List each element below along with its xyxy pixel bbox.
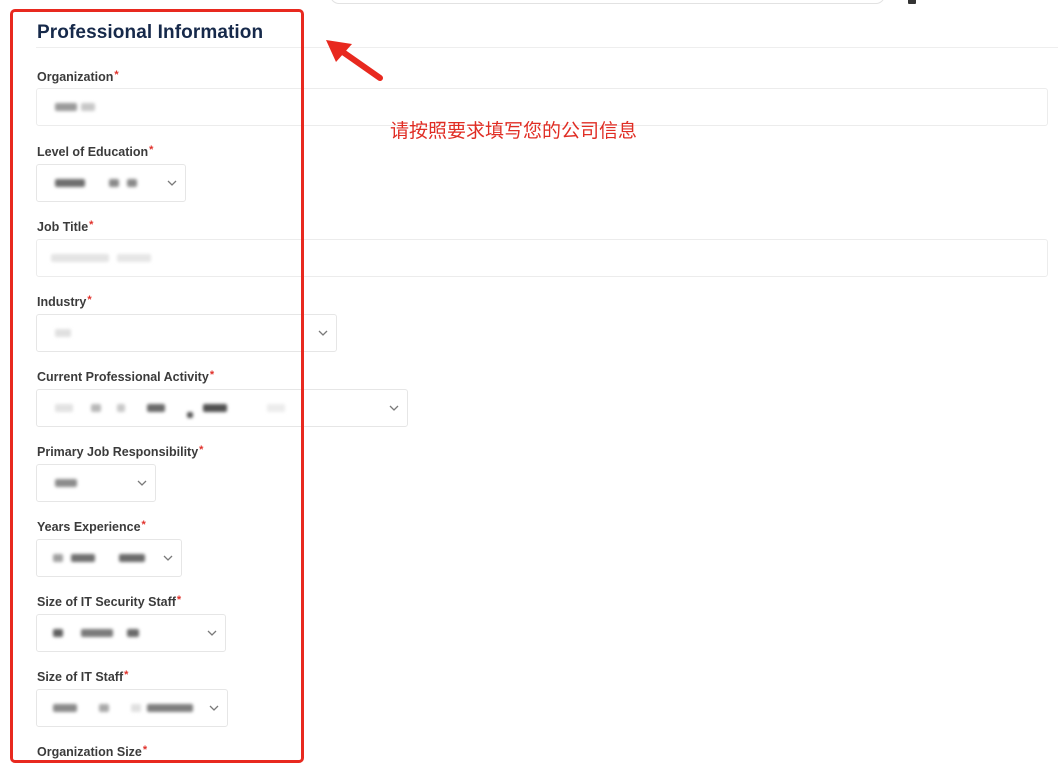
experience-select[interactable] <box>36 539 182 577</box>
redacted-value <box>55 404 73 412</box>
redacted-value <box>71 554 95 562</box>
chevron-down-icon <box>207 701 221 715</box>
responsibility-label-text: Primary Job Responsibility <box>37 445 199 459</box>
required-marker: * <box>124 669 129 681</box>
section-title: Professional Information <box>37 22 264 43</box>
industry-label: Industry* <box>37 294 92 309</box>
education-select[interactable] <box>36 164 186 202</box>
redacted-value <box>55 103 77 111</box>
red-arrow-icon <box>326 40 383 81</box>
required-marker: * <box>114 69 119 81</box>
redacted-value <box>55 179 85 187</box>
redacted-value <box>147 704 193 712</box>
it-staff-label-text: Size of IT Staff <box>37 670 124 684</box>
redacted-value <box>99 704 109 712</box>
experience-label-text: Years Experience <box>37 520 141 534</box>
industry-label-text: Industry <box>37 295 87 309</box>
security-staff-select[interactable] <box>36 614 226 652</box>
chevron-down-icon <box>165 176 179 190</box>
redacted-value <box>53 704 77 712</box>
required-marker: * <box>142 744 148 756</box>
security-staff-label-text: Size of IT Security Staff <box>37 595 176 609</box>
redacted-value <box>127 629 139 637</box>
redacted-value <box>81 629 113 637</box>
redacted-value <box>81 103 95 111</box>
education-label-text: Level of Education <box>37 145 149 159</box>
redacted-value <box>91 404 101 412</box>
redacted-value <box>127 179 137 187</box>
required-marker: * <box>89 219 94 231</box>
redacted-value <box>117 254 151 262</box>
required-marker: * <box>199 444 204 456</box>
redacted-value <box>147 404 165 412</box>
activity-label-text: Current Professional Activity <box>37 370 209 384</box>
job-title-input[interactable] <box>36 239 1048 277</box>
top-search-bar[interactable] <box>330 0 885 4</box>
education-label: Level of Education* <box>37 144 153 159</box>
chevron-down-icon <box>205 626 219 640</box>
chevron-down-icon <box>161 551 175 565</box>
required-marker: * <box>87 294 92 306</box>
redacted-value <box>53 629 63 637</box>
redacted-value <box>55 479 77 487</box>
responsibility-select[interactable] <box>36 464 156 502</box>
redacted-value <box>267 404 285 412</box>
redacted-value <box>119 554 145 562</box>
organization-label-text: Organization <box>37 70 114 84</box>
required-marker: * <box>209 369 215 381</box>
redacted-value <box>109 179 119 187</box>
required-marker: * <box>176 594 182 606</box>
redacted-value <box>117 404 125 412</box>
annotation-text: 请按照要求填写您的公司信息 <box>390 120 638 142</box>
activity-label: Current Professional Activity* <box>37 369 214 384</box>
org-size-label-text: Organization Size <box>37 745 142 759</box>
redacted-value <box>51 254 109 262</box>
it-staff-select[interactable] <box>36 689 228 727</box>
job-title-label-text: Job Title <box>37 220 89 234</box>
required-marker: * <box>141 519 146 531</box>
chevron-down-icon <box>135 476 149 490</box>
it-staff-label: Size of IT Staff* <box>37 669 128 684</box>
security-staff-label: Size of IT Security Staff* <box>37 594 181 609</box>
org-size-label: Organization Size* <box>37 744 147 759</box>
redacted-value <box>203 404 227 412</box>
chevron-down-icon <box>387 401 401 415</box>
redacted-value <box>53 554 63 562</box>
redacted-value <box>131 704 141 712</box>
required-marker: * <box>149 144 154 156</box>
industry-select[interactable] <box>36 314 337 352</box>
job-title-label: Job Title* <box>37 219 93 234</box>
redacted-value <box>187 412 193 418</box>
section-divider <box>36 47 1058 48</box>
experience-label: Years Experience* <box>37 519 146 534</box>
redacted-value <box>55 329 71 337</box>
activity-select[interactable] <box>36 389 408 427</box>
responsibility-label: Primary Job Responsibility* <box>37 444 203 459</box>
organization-label: Organization* <box>37 69 119 84</box>
chevron-down-icon <box>316 326 330 340</box>
top-bar-glyph <box>908 0 916 4</box>
